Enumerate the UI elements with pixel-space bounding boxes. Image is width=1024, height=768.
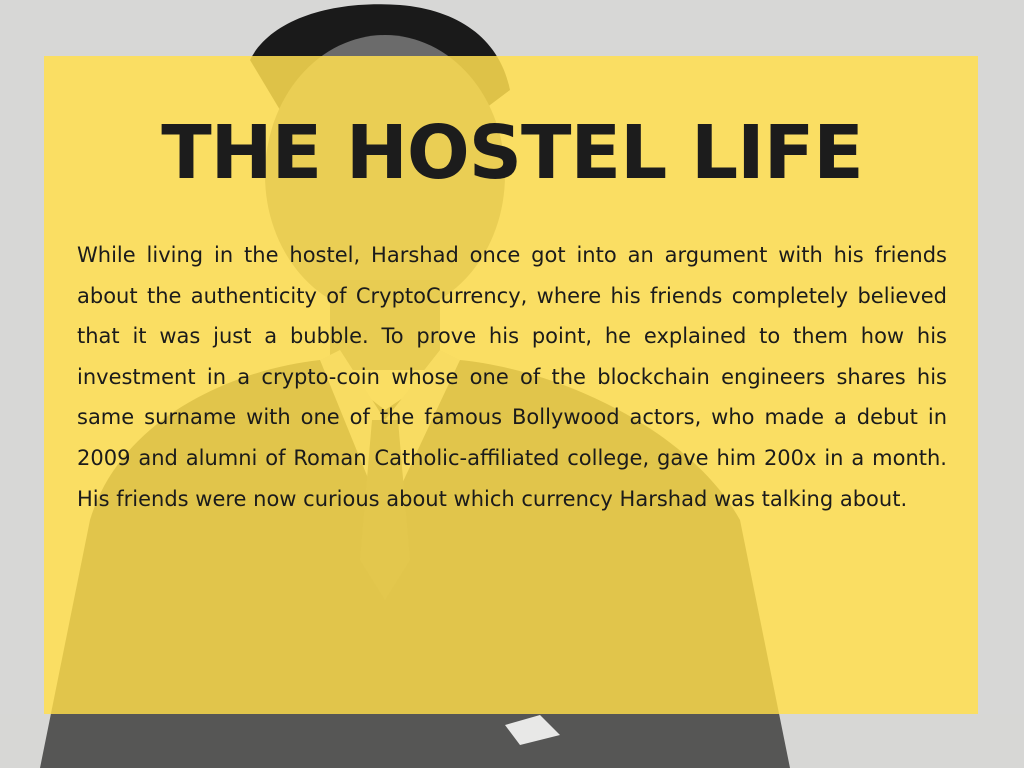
slide-title: THE HOSTEL LIFE [161,110,864,196]
slide-body-text: While living in the hostel, Harshad once… [77,243,947,511]
